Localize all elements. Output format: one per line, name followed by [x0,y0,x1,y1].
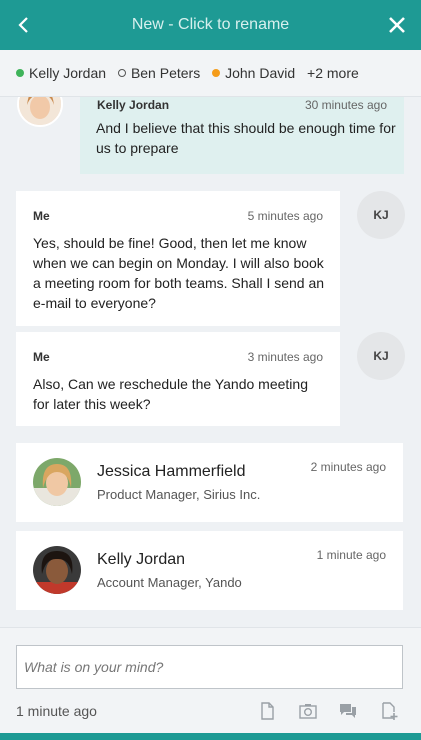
participant-kelly-jordan[interactable]: Kelly Jordan [16,65,106,81]
contact-role: Product Manager, Sirius Inc. [97,487,261,502]
message-text: And I believe that this should be enough… [96,120,396,156]
contact-role: Account Manager, Yando [97,575,242,590]
participant-name: John David [225,65,296,81]
card-time: 2 minutes ago [310,460,386,474]
avatar[interactable]: KJ [357,332,405,380]
avatar [33,458,81,506]
contact-card[interactable]: Jessica Hammerfield Product Manager, Sir… [16,443,403,522]
document-icon[interactable] [258,702,276,720]
participant-john-david[interactable]: John David [212,65,295,81]
avatar-kelly-jordan-image [19,97,61,125]
message-time: 3 minutes ago [247,350,323,364]
offline-status-icon [117,69,126,77]
message-sender: Me [33,209,50,223]
message-input[interactable] [16,645,403,689]
chat-header: New - Click to rename [0,0,421,50]
participant-name: Kelly Jordan [29,65,107,81]
composer: 1 minute ago [0,627,421,734]
composer-status: 1 minute ago [16,703,97,719]
participant-ben-peters[interactable]: Ben Peters [117,65,201,81]
avatar-kelly-image [33,546,81,594]
card-time: 1 minute ago [316,548,386,562]
conversation-title[interactable]: New - Click to rename [0,16,421,34]
more-participants-link[interactable]: +2 more [307,65,359,81]
bottom-accent-bar [0,733,421,740]
avatar[interactable]: KJ [357,191,405,239]
contact-name: Kelly Jordan [97,551,186,568]
message-text: Also, Can we reschedule the Yando meetin… [33,376,308,412]
message-time: 30 minutes ago [304,98,387,112]
message-time: 5 minutes ago [247,209,323,223]
camera-icon[interactable] [299,702,317,720]
avatar[interactable] [17,97,63,127]
online-status-icon [16,69,24,77]
incoming-message: Kelly Jordan 30 minutes ago And I believ… [80,97,404,174]
outgoing-message: Me 3 minutes ago Also, Can we reschedule… [16,332,340,426]
away-status-icon [212,69,221,77]
avatar-jessica-image [33,458,81,506]
participant-name: Ben Peters [130,65,201,81]
participants-bar: Kelly Jordan Ben Peters John David +2 mo… [0,50,421,97]
add-document-icon[interactable] [380,702,398,720]
outgoing-message: Me 5 minutes ago Yes, should be fine! Go… [16,191,340,326]
message-sender: Kelly Jordan [97,98,170,112]
contact-card[interactable]: Kelly Jordan Account Manager, Yando 1 mi… [16,531,403,610]
message-text: Yes, should be fine! Good, then let me k… [33,235,325,311]
close-icon[interactable] [387,15,407,35]
message-sender: Me [33,350,50,364]
contact-name: Jessica Hammerfield [97,463,246,480]
message-feed[interactable]: Kelly Jordan 30 minutes ago And I believ… [0,97,421,627]
chat-icon[interactable] [339,702,357,720]
avatar [33,546,81,594]
